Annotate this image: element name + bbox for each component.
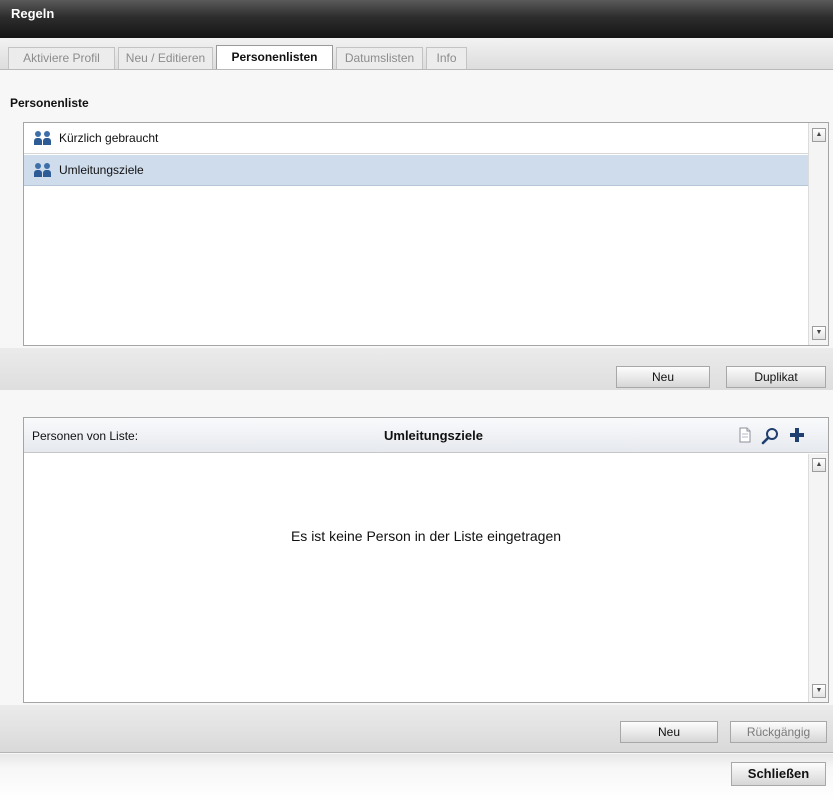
scroll-down-arrow-icon[interactable]: ▼ [812, 326, 826, 340]
window-title: Regeln [0, 0, 833, 38]
duplicate-list-button[interactable]: Duplikat [726, 366, 826, 388]
empty-list-message: Es ist keine Person in der Liste eingetr… [290, 528, 562, 544]
undo-button[interactable]: Rückgängig [730, 721, 827, 743]
people-icon [34, 131, 52, 145]
persons-panel-label: Personen von Liste: [32, 429, 139, 443]
person-list-box[interactable]: Kürzlich gebraucht Umleitungsziele ▲ ▼ [23, 122, 829, 346]
scroll-down-arrow-icon[interactable]: ▼ [812, 684, 826, 698]
persons-panel-header: Personen von Liste: Umleitungsziele [24, 418, 828, 453]
document-icon[interactable] [739, 427, 751, 443]
people-icon [34, 163, 52, 177]
tab-neu-editieren[interactable]: Neu / Editieren [118, 47, 213, 69]
list-item-label: Kürzlich gebraucht [59, 131, 159, 145]
tab-info[interactable]: Info [426, 47, 467, 69]
plus-icon[interactable] [789, 427, 805, 443]
list-item-label: Umleitungsziele [59, 163, 144, 177]
tab-aktiviere-profil[interactable]: Aktiviere Profil [8, 47, 115, 69]
persons-panel-scrollbar[interactable]: ▲ ▼ [808, 454, 828, 702]
list-item-umleitungsziele[interactable]: Umleitungsziele [24, 155, 809, 186]
list-item-kuerzlich-gebraucht[interactable]: Kürzlich gebraucht [24, 123, 809, 154]
new-person-button[interactable]: Neu [620, 721, 718, 743]
dialog-footer [0, 754, 833, 802]
person-list-title: Personenliste [10, 96, 89, 110]
person-list-scrollbar[interactable]: ▲ ▼ [808, 123, 828, 345]
scroll-up-arrow-icon[interactable]: ▲ [812, 458, 826, 472]
persons-panel-list-name: Umleitungsziele [384, 428, 483, 443]
tab-strip: Aktiviere Profil Neu / Editieren Persone… [0, 38, 833, 70]
persons-panel: Personen von Liste: Umleitungsziele Es i… [23, 417, 829, 703]
tab-personenlisten[interactable]: Personenlisten [216, 45, 333, 70]
new-list-button[interactable]: Neu [616, 366, 710, 388]
search-icon[interactable] [761, 427, 779, 445]
close-button[interactable]: Schließen [731, 762, 826, 786]
scroll-up-arrow-icon[interactable]: ▲ [812, 128, 826, 142]
tab-datumslisten[interactable]: Datumslisten [336, 47, 423, 69]
